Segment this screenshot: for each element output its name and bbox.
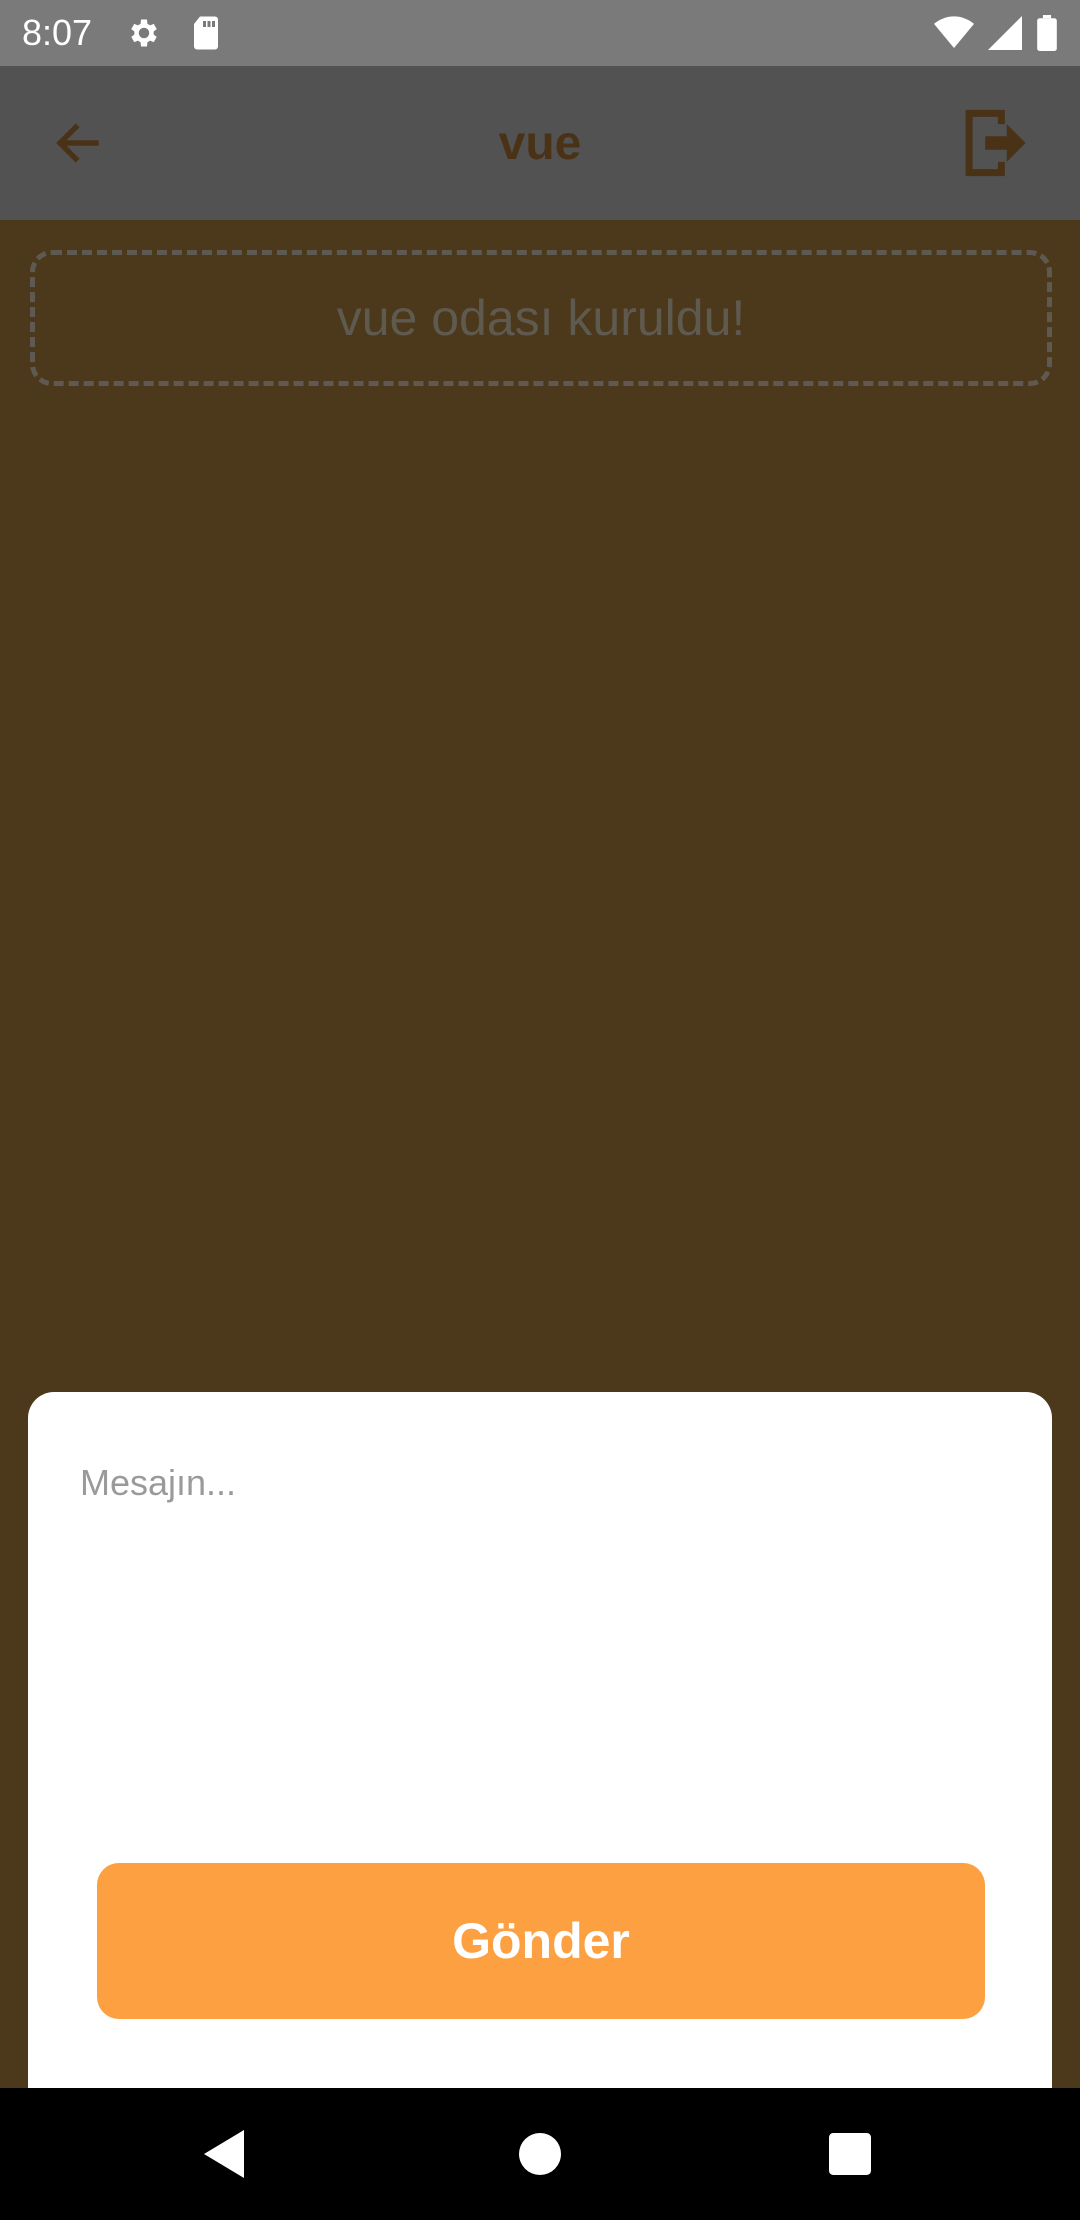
settings-icon	[126, 15, 162, 51]
recents-square-icon	[829, 2133, 871, 2175]
arrow-left-icon	[56, 123, 99, 163]
system-message-text: vue odası kuruldu!	[336, 290, 746, 346]
send-button[interactable]: Gönder	[97, 1863, 985, 2019]
send-button-label: Gönder	[452, 1913, 630, 1969]
nav-home-button[interactable]	[519, 2133, 561, 2175]
home-circle-icon	[519, 2133, 561, 2175]
status-bar: 8:07	[0, 0, 1080, 66]
status-left-icons	[126, 15, 222, 51]
battery-icon	[1036, 15, 1058, 51]
message-composer-sheet: Gönder	[28, 1392, 1052, 2088]
logout-icon	[965, 109, 1026, 177]
nav-recents-button[interactable]	[829, 2133, 871, 2175]
wifi-icon	[934, 16, 974, 50]
message-input[interactable]	[80, 1462, 1000, 1762]
page-title: vue	[498, 116, 582, 170]
app-bar: vue	[0, 66, 1080, 220]
signal-icon	[988, 16, 1022, 50]
back-triangle-icon	[204, 2130, 244, 2178]
leave-room-button[interactable]	[958, 105, 1034, 181]
back-button[interactable]	[44, 109, 112, 177]
sd-card-icon	[190, 15, 222, 51]
status-right-icons	[934, 15, 1058, 51]
system-message: vue odası kuruldu!	[30, 250, 1052, 386]
nav-back-button[interactable]	[204, 2130, 248, 2178]
status-time: 8:07	[22, 12, 93, 53]
navigation-bar	[0, 2088, 1080, 2220]
